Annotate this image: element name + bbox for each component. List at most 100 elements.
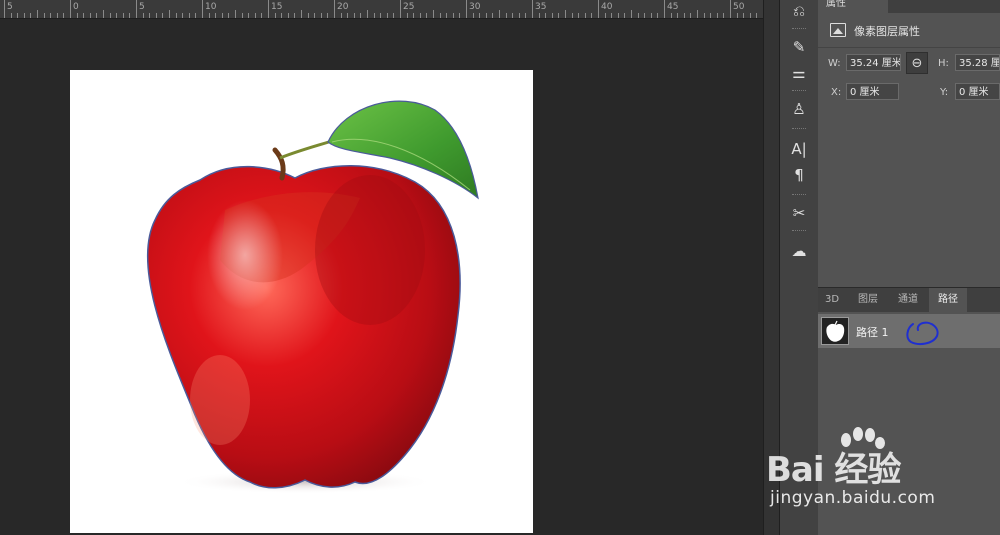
- ruler-minor-tick: [373, 13, 375, 18]
- ruler-minor-tick: [43, 13, 45, 18]
- h-label: H:: [938, 58, 949, 69]
- ruler-label: 25: [403, 2, 415, 12]
- ruler-major-tick: [598, 0, 599, 18]
- ruler-label: 5: [7, 2, 13, 12]
- character-icon[interactable]: A|: [787, 138, 811, 160]
- w-label: W:: [828, 58, 841, 69]
- ruler-minor-tick: [710, 13, 712, 18]
- ruler-minor-tick: [406, 13, 408, 18]
- ruler-minor-tick: [241, 13, 243, 18]
- ruler-minor-tick: [155, 13, 157, 18]
- ruler-minor-tick: [604, 13, 606, 18]
- ruler-label: 30: [469, 2, 481, 12]
- brush-settings-icon[interactable]: ✎: [787, 36, 811, 58]
- canvas-area[interactable]: [0, 19, 763, 535]
- ruler-label: 50: [733, 2, 745, 12]
- ruler-minor-tick: [162, 13, 164, 18]
- ruler-minor-tick: [736, 13, 738, 18]
- ruler-minor-tick: [56, 13, 58, 18]
- path-name-label[interactable]: 路径 1: [856, 324, 889, 340]
- ruler-minor-tick: [683, 13, 685, 18]
- ruler-major-tick: [664, 0, 665, 18]
- ruler-minor-tick: [261, 13, 263, 18]
- ruler-minor-tick: [518, 13, 520, 18]
- ruler-minor-tick: [215, 13, 217, 18]
- height-field[interactable]: 35.28 厘米: [955, 54, 1000, 71]
- properties-header: 像素图层属性: [818, 13, 1000, 48]
- ruler-minor-tick: [697, 10, 698, 18]
- link-dimensions-icon[interactable]: ⊖: [906, 52, 928, 74]
- grip-divider: [792, 128, 806, 131]
- ruler-minor-tick: [353, 13, 355, 18]
- ruler-minor-tick: [426, 13, 428, 18]
- tab-channels[interactable]: 通道: [890, 288, 926, 312]
- ruler-minor-tick: [116, 13, 118, 18]
- ruler-minor-tick: [538, 13, 540, 18]
- grip-divider: [792, 194, 806, 197]
- properties-section-title: 像素图层属性: [854, 25, 920, 38]
- width-field[interactable]: 35.24 厘米: [846, 54, 901, 71]
- ruler-minor-tick: [281, 13, 283, 18]
- y-field[interactable]: 0 厘米: [955, 83, 1000, 100]
- history-icon[interactable]: ⎌: [787, 0, 811, 22]
- ruler-minor-tick: [37, 10, 38, 18]
- ruler-minor-tick: [624, 13, 626, 18]
- ruler-minor-tick: [96, 13, 98, 18]
- ruler-minor-tick: [149, 13, 151, 18]
- tab-properties[interactable]: 属性: [818, 0, 888, 13]
- ruler-minor-tick: [208, 13, 210, 18]
- ruler-minor-tick: [565, 10, 566, 18]
- ruler-minor-tick: [10, 13, 12, 18]
- ruler-major-tick: [4, 0, 5, 18]
- ruler-label: 40: [601, 2, 613, 12]
- ruler-minor-tick: [571, 13, 573, 18]
- adjustments-icon[interactable]: ⚌: [787, 62, 811, 84]
- apple-image: [146, 100, 479, 494]
- tab-paths[interactable]: 路径: [929, 288, 967, 312]
- ruler-minor-tick: [479, 13, 481, 18]
- ruler-minor-tick: [122, 13, 124, 18]
- ruler-minor-tick: [413, 13, 415, 18]
- ruler-minor-tick: [433, 10, 434, 18]
- ruler-major-tick: [136, 0, 137, 18]
- ruler-minor-tick: [631, 10, 632, 18]
- clone-source-icon[interactable]: ♙: [787, 98, 811, 120]
- tab-layers[interactable]: 图层: [850, 288, 886, 312]
- ruler-minor-tick: [380, 13, 382, 18]
- ruler-minor-tick: [393, 13, 395, 18]
- x-label: X:: [831, 87, 842, 98]
- ruler-minor-tick: [677, 13, 679, 18]
- horizontal-ruler[interactable]: 5 0 5 10 15 20 25 30 35 40 45 50: [0, 0, 778, 19]
- ruler-minor-tick: [716, 13, 718, 18]
- ruler-label: 35: [535, 2, 547, 12]
- ruler-minor-tick: [76, 13, 78, 18]
- ruler-minor-tick: [221, 13, 223, 18]
- ruler-label: 45: [667, 2, 679, 12]
- ruler-minor-tick: [584, 13, 586, 18]
- ruler-minor-tick: [235, 10, 236, 18]
- ruler-minor-tick: [386, 13, 388, 18]
- ruler-minor-tick: [63, 13, 65, 18]
- baidu-jingyan-watermark: Bai 经验 jingyan.baidu.com: [760, 427, 1000, 535]
- ruler-major-tick: [400, 0, 401, 18]
- document-canvas[interactable]: [70, 70, 533, 533]
- libraries-icon[interactable]: ☁: [787, 240, 811, 262]
- ruler-minor-tick: [50, 13, 52, 18]
- ruler-minor-tick: [723, 13, 725, 18]
- ruler-minor-tick: [287, 13, 289, 18]
- x-field[interactable]: 0 厘米: [846, 83, 899, 100]
- tab-3d[interactable]: 3D: [818, 288, 846, 312]
- ruler-minor-tick: [446, 13, 448, 18]
- watermark-brand: Bai 经验: [766, 450, 901, 490]
- ruler-minor-tick: [472, 13, 474, 18]
- properties-tabbar: 属性: [818, 0, 1000, 13]
- paragraph-icon[interactable]: ¶: [787, 164, 811, 186]
- ruler-minor-tick: [525, 13, 527, 18]
- path-list-item[interactable]: 路径 1: [818, 314, 1000, 348]
- ruler-major-tick: [268, 0, 269, 18]
- ruler-minor-tick: [30, 13, 32, 18]
- ruler-minor-tick: [690, 13, 692, 18]
- tool-presets-icon[interactable]: ✂: [787, 202, 811, 224]
- ruler-minor-tick: [182, 13, 184, 18]
- path-thumbnail: [821, 317, 849, 345]
